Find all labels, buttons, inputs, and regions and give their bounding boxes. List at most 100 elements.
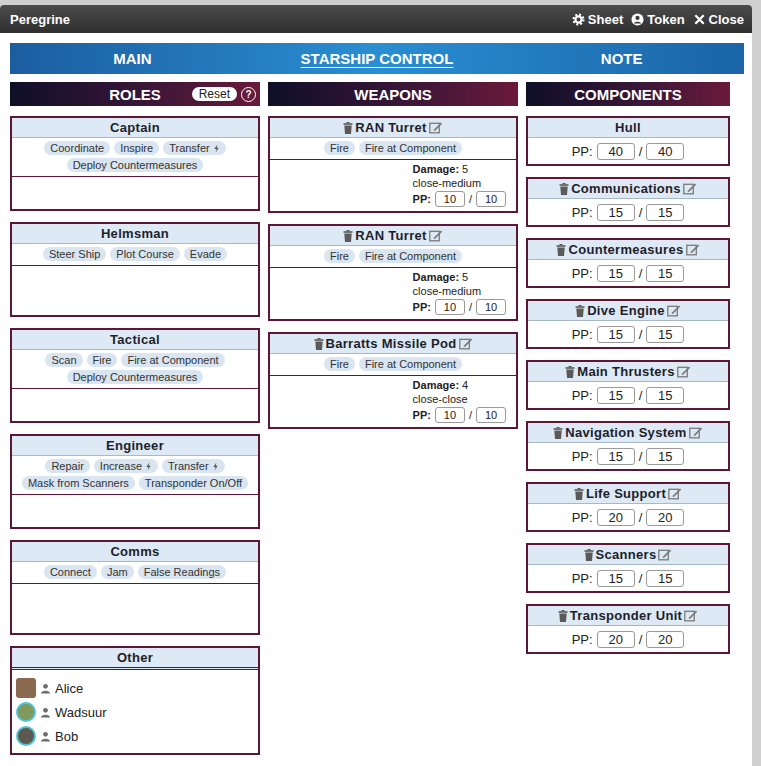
edit-icon[interactable] bbox=[658, 548, 672, 561]
crew-slot[interactable] bbox=[12, 389, 258, 421]
avatar bbox=[16, 726, 36, 746]
tab[interactable]: MAIN bbox=[10, 43, 255, 74]
pp-max-field[interactable]: 15 bbox=[646, 570, 684, 587]
action-button[interactable]: Fire at Component bbox=[359, 249, 462, 263]
edit-icon[interactable] bbox=[668, 487, 682, 500]
action-button[interactable]: Transfer bbox=[162, 459, 225, 473]
edit-icon[interactable] bbox=[684, 609, 698, 622]
action-button[interactable]: Fire bbox=[324, 141, 355, 155]
action-button[interactable]: Fire at Component bbox=[359, 141, 462, 155]
crew-row[interactable]: Wadsuur bbox=[16, 700, 254, 724]
pp-max-field[interactable]: 10 bbox=[476, 191, 506, 207]
action-button[interactable]: Jam bbox=[101, 565, 134, 579]
action-button[interactable]: Steer Ship bbox=[43, 247, 106, 261]
pp-max-field[interactable]: 15 bbox=[646, 387, 684, 404]
role-name: Comms bbox=[12, 542, 258, 562]
pp-field[interactable]: 15 bbox=[597, 204, 635, 221]
action-button[interactable]: Scan bbox=[45, 353, 82, 367]
pp-field[interactable]: 40 bbox=[597, 143, 635, 160]
crew-slot[interactable] bbox=[12, 495, 258, 527]
pp-max-field[interactable]: 40 bbox=[646, 143, 684, 160]
pp-field[interactable]: 15 bbox=[597, 326, 635, 343]
action-button[interactable]: Inspire bbox=[114, 141, 159, 155]
trash-icon[interactable] bbox=[558, 610, 568, 622]
title-bar-button[interactable]: Close bbox=[693, 12, 744, 27]
reset-button[interactable]: Reset bbox=[192, 87, 237, 101]
pp-max-field[interactable]: 20 bbox=[646, 509, 684, 526]
pp-max-field[interactable]: 10 bbox=[476, 407, 506, 423]
crew-slot[interactable] bbox=[12, 584, 258, 633]
edit-icon[interactable] bbox=[689, 426, 703, 439]
pp-field[interactable]: 15 bbox=[597, 448, 635, 465]
help-button[interactable]: ? bbox=[241, 87, 256, 102]
action-button[interactable]: Fire bbox=[324, 357, 355, 371]
edit-icon[interactable] bbox=[429, 121, 443, 134]
crew-row[interactable]: Bob bbox=[16, 724, 254, 748]
trash-icon[interactable] bbox=[314, 338, 324, 350]
close-icon bbox=[693, 13, 706, 26]
action-button[interactable]: Fire at Component bbox=[121, 353, 224, 367]
bolt-icon bbox=[213, 144, 220, 153]
action-button[interactable]: Fire bbox=[324, 249, 355, 263]
action-button[interactable]: Transfer bbox=[163, 141, 226, 155]
action-button[interactable]: Mask from Scanners bbox=[22, 476, 135, 490]
component-header: Transponder Unit bbox=[528, 606, 728, 626]
pp-field[interactable]: 15 bbox=[597, 387, 635, 404]
pp-field[interactable]: 15 bbox=[597, 265, 635, 282]
trash-icon[interactable] bbox=[574, 488, 584, 500]
pp-max-field[interactable]: 15 bbox=[646, 448, 684, 465]
pp-field[interactable]: 10 bbox=[435, 299, 465, 315]
pp-field[interactable]: 10 bbox=[435, 407, 465, 423]
title-bar-button[interactable]: Token bbox=[631, 12, 684, 27]
tab[interactable]: STARSHIP CONTROL bbox=[255, 43, 500, 74]
crew-slot[interactable] bbox=[12, 266, 258, 315]
action-button[interactable]: Connect bbox=[44, 565, 97, 579]
edit-icon[interactable] bbox=[459, 337, 473, 350]
action-button[interactable]: Plot Course bbox=[110, 247, 179, 261]
pp-field[interactable]: 10 bbox=[435, 191, 465, 207]
action-button[interactable]: False Readings bbox=[138, 565, 226, 579]
action-button[interactable]: Repair bbox=[45, 459, 89, 473]
trash-icon[interactable] bbox=[559, 183, 569, 195]
trash-icon[interactable] bbox=[343, 230, 353, 242]
pp-field[interactable]: 20 bbox=[597, 509, 635, 526]
tab[interactable]: NOTE bbox=[499, 43, 744, 74]
trash-icon[interactable] bbox=[565, 366, 575, 378]
pp-max-field[interactable]: 10 bbox=[476, 299, 506, 315]
trash-icon[interactable] bbox=[584, 549, 594, 561]
edit-icon[interactable] bbox=[677, 365, 691, 378]
pp-field[interactable]: 15 bbox=[597, 570, 635, 587]
pp-max-field[interactable]: 20 bbox=[646, 631, 684, 648]
crew-slot[interactable] bbox=[12, 177, 258, 209]
role-name: Other bbox=[12, 648, 258, 670]
edit-icon[interactable] bbox=[429, 229, 443, 242]
pp-max-field[interactable]: 15 bbox=[646, 326, 684, 343]
edit-icon[interactable] bbox=[683, 182, 697, 195]
action-button[interactable]: Fire bbox=[87, 353, 118, 367]
trash-icon[interactable] bbox=[553, 427, 563, 439]
columns: ROLESReset?CaptainCoordinateInspireTrans… bbox=[10, 82, 744, 755]
edit-icon[interactable] bbox=[667, 304, 681, 317]
damage: Damage: 5 bbox=[413, 270, 506, 284]
trash-icon[interactable] bbox=[343, 122, 353, 134]
action-button[interactable]: Deploy Countermeasures bbox=[67, 158, 204, 172]
action-button[interactable]: Transponder On/Off bbox=[139, 476, 248, 490]
trash-icon[interactable] bbox=[556, 244, 566, 256]
action-button[interactable]: Fire at Component bbox=[359, 357, 462, 371]
action-button[interactable]: Deploy Countermeasures bbox=[67, 370, 204, 384]
role-name: Captain bbox=[12, 118, 258, 138]
pp-max-field[interactable]: 15 bbox=[646, 265, 684, 282]
component-header: Countermeasures bbox=[528, 240, 728, 260]
crew-row[interactable]: Alice bbox=[16, 676, 254, 700]
title-bar-buttons: Sheet Token Close bbox=[572, 12, 744, 27]
pp-field[interactable]: 20 bbox=[597, 631, 635, 648]
trash-icon[interactable] bbox=[575, 305, 585, 317]
action-button[interactable]: Coordinate bbox=[44, 141, 110, 155]
action-button[interactable]: Evade bbox=[184, 247, 227, 261]
title-bar-button[interactable]: Sheet bbox=[572, 12, 623, 27]
action-button[interactable]: Increase bbox=[94, 459, 158, 473]
edit-icon[interactable] bbox=[686, 243, 700, 256]
gear-icon bbox=[572, 13, 585, 26]
pp-max-field[interactable]: 15 bbox=[646, 204, 684, 221]
weapon-card: RAN TurretFireFire at ComponentDamage: 5… bbox=[268, 116, 518, 213]
